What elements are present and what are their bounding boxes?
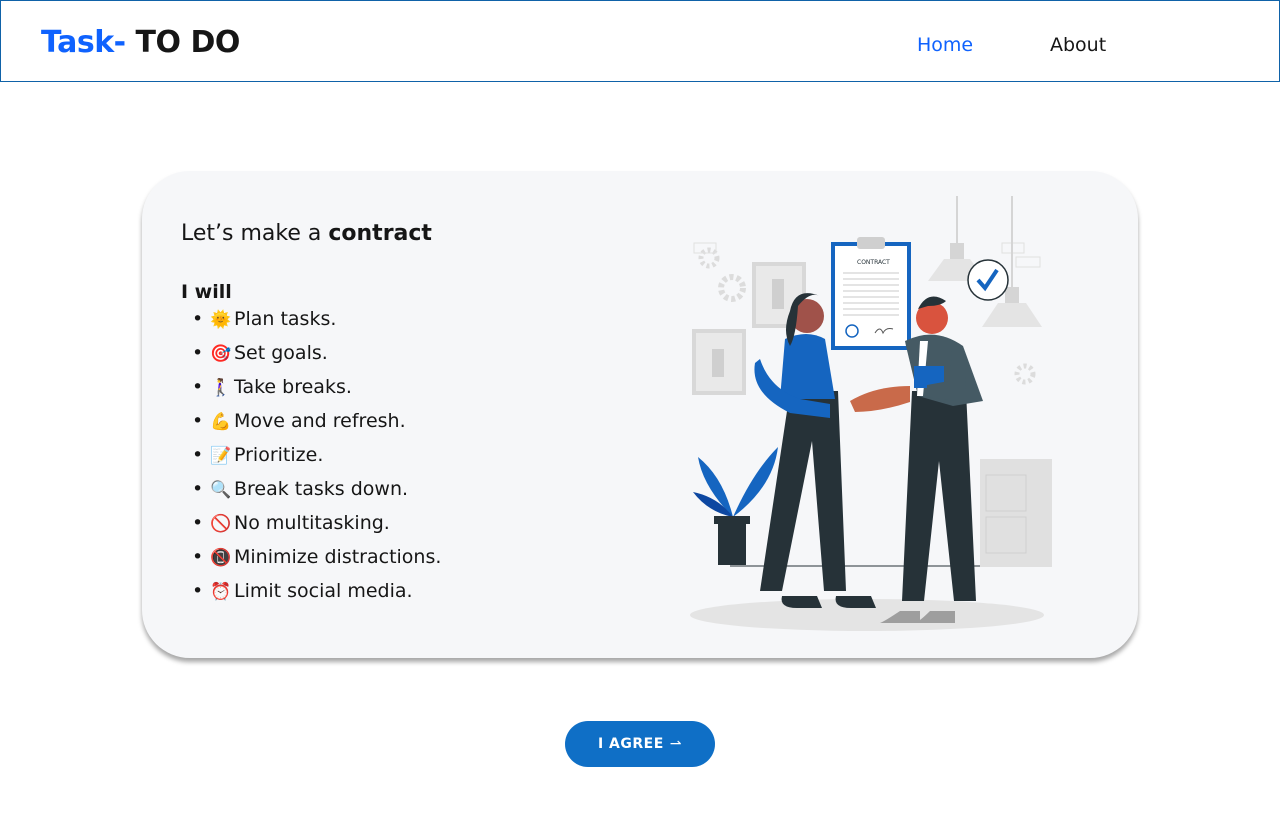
pledge-text: Set goals. <box>234 342 328 364</box>
sun-icon: 🌞 <box>210 310 232 330</box>
pledge-list: • 🌞 Plan tasks. • 🎯 Set goals. • 🚶‍♀️ Take bre… <box>192 307 441 613</box>
bullet-icon: • <box>192 342 204 364</box>
bullet-icon: • <box>192 546 204 568</box>
contract-title: Let’s make a contract <box>181 221 432 246</box>
prohibited-icon: 🚫 <box>210 514 232 534</box>
flexed-biceps-icon: 💪 <box>210 412 232 432</box>
walking-person-icon: 🚶‍♀️ <box>210 378 232 398</box>
pledge-text: Limit social media. <box>234 580 413 602</box>
pledge-text: Minimize distractions. <box>234 546 442 568</box>
pledge-text: No multitasking. <box>234 512 390 534</box>
bullet-icon: • <box>192 512 204 534</box>
list-item: • 🚫 No multitasking. <box>192 511 441 545</box>
list-item: • 📝 Prioritize. <box>192 443 441 477</box>
pledge-text: Take breaks. <box>234 376 352 398</box>
brand-rest: TO DO <box>125 25 241 60</box>
pledge-text: Prioritize. <box>234 444 324 466</box>
pledge-text: Break tasks down. <box>234 478 409 500</box>
handshake-illustration: CONTRACT <box>690 196 1052 631</box>
list-item: • 🌞 Plan tasks. <box>192 307 441 341</box>
alarm-clock-icon: ⏰ <box>210 582 232 602</box>
agree-button-label: I AGREE <box>597 736 664 752</box>
bullet-icon: • <box>192 478 204 500</box>
arrow-right-icon: ⇀ <box>669 736 683 752</box>
pledge-text: Move and refresh. <box>234 410 406 432</box>
contract-title-prefix: Let’s make a <box>181 221 329 246</box>
top-navbar: Task- TO DO Home About <box>0 0 1280 82</box>
target-icon: 🎯 <box>210 344 232 364</box>
list-item: • 🔍 Break tasks down. <box>192 477 441 511</box>
no-phones-icon: 📵 <box>210 548 232 568</box>
bullet-icon: • <box>192 410 204 432</box>
nav-about-link[interactable]: About <box>1050 34 1106 56</box>
list-item: • 📵 Minimize distractions. <box>192 545 441 579</box>
bullet-icon: • <box>192 376 204 398</box>
brand-logo[interactable]: Task- TO DO <box>41 25 240 60</box>
contract-title-bold: contract <box>328 221 432 246</box>
magnifier-icon: 🔍 <box>210 480 232 500</box>
agree-button[interactable]: I AGREE ⇀ <box>565 721 715 767</box>
brand-accent: Task- <box>41 25 126 60</box>
list-item: • 🎯 Set goals. <box>192 341 441 375</box>
bullet-icon: • <box>192 580 204 602</box>
memo-icon: 📝 <box>210 446 232 466</box>
list-item: • 💪 Move and refresh. <box>192 409 441 443</box>
pledge-text: Plan tasks. <box>234 308 337 330</box>
bullet-icon: • <box>192 308 204 330</box>
list-item: • ⏰ Limit social media. <box>192 579 441 613</box>
bullet-icon: • <box>192 444 204 466</box>
pledge-heading: I will <box>181 281 232 303</box>
contract-card: Let’s make a contract I will • 🌞 Plan task… <box>142 171 1138 658</box>
list-item: • 🚶‍♀️ Take breaks. <box>192 375 441 409</box>
contract-document-label: CONTRACT <box>857 259 890 266</box>
nav-home-link[interactable]: Home <box>917 34 973 56</box>
